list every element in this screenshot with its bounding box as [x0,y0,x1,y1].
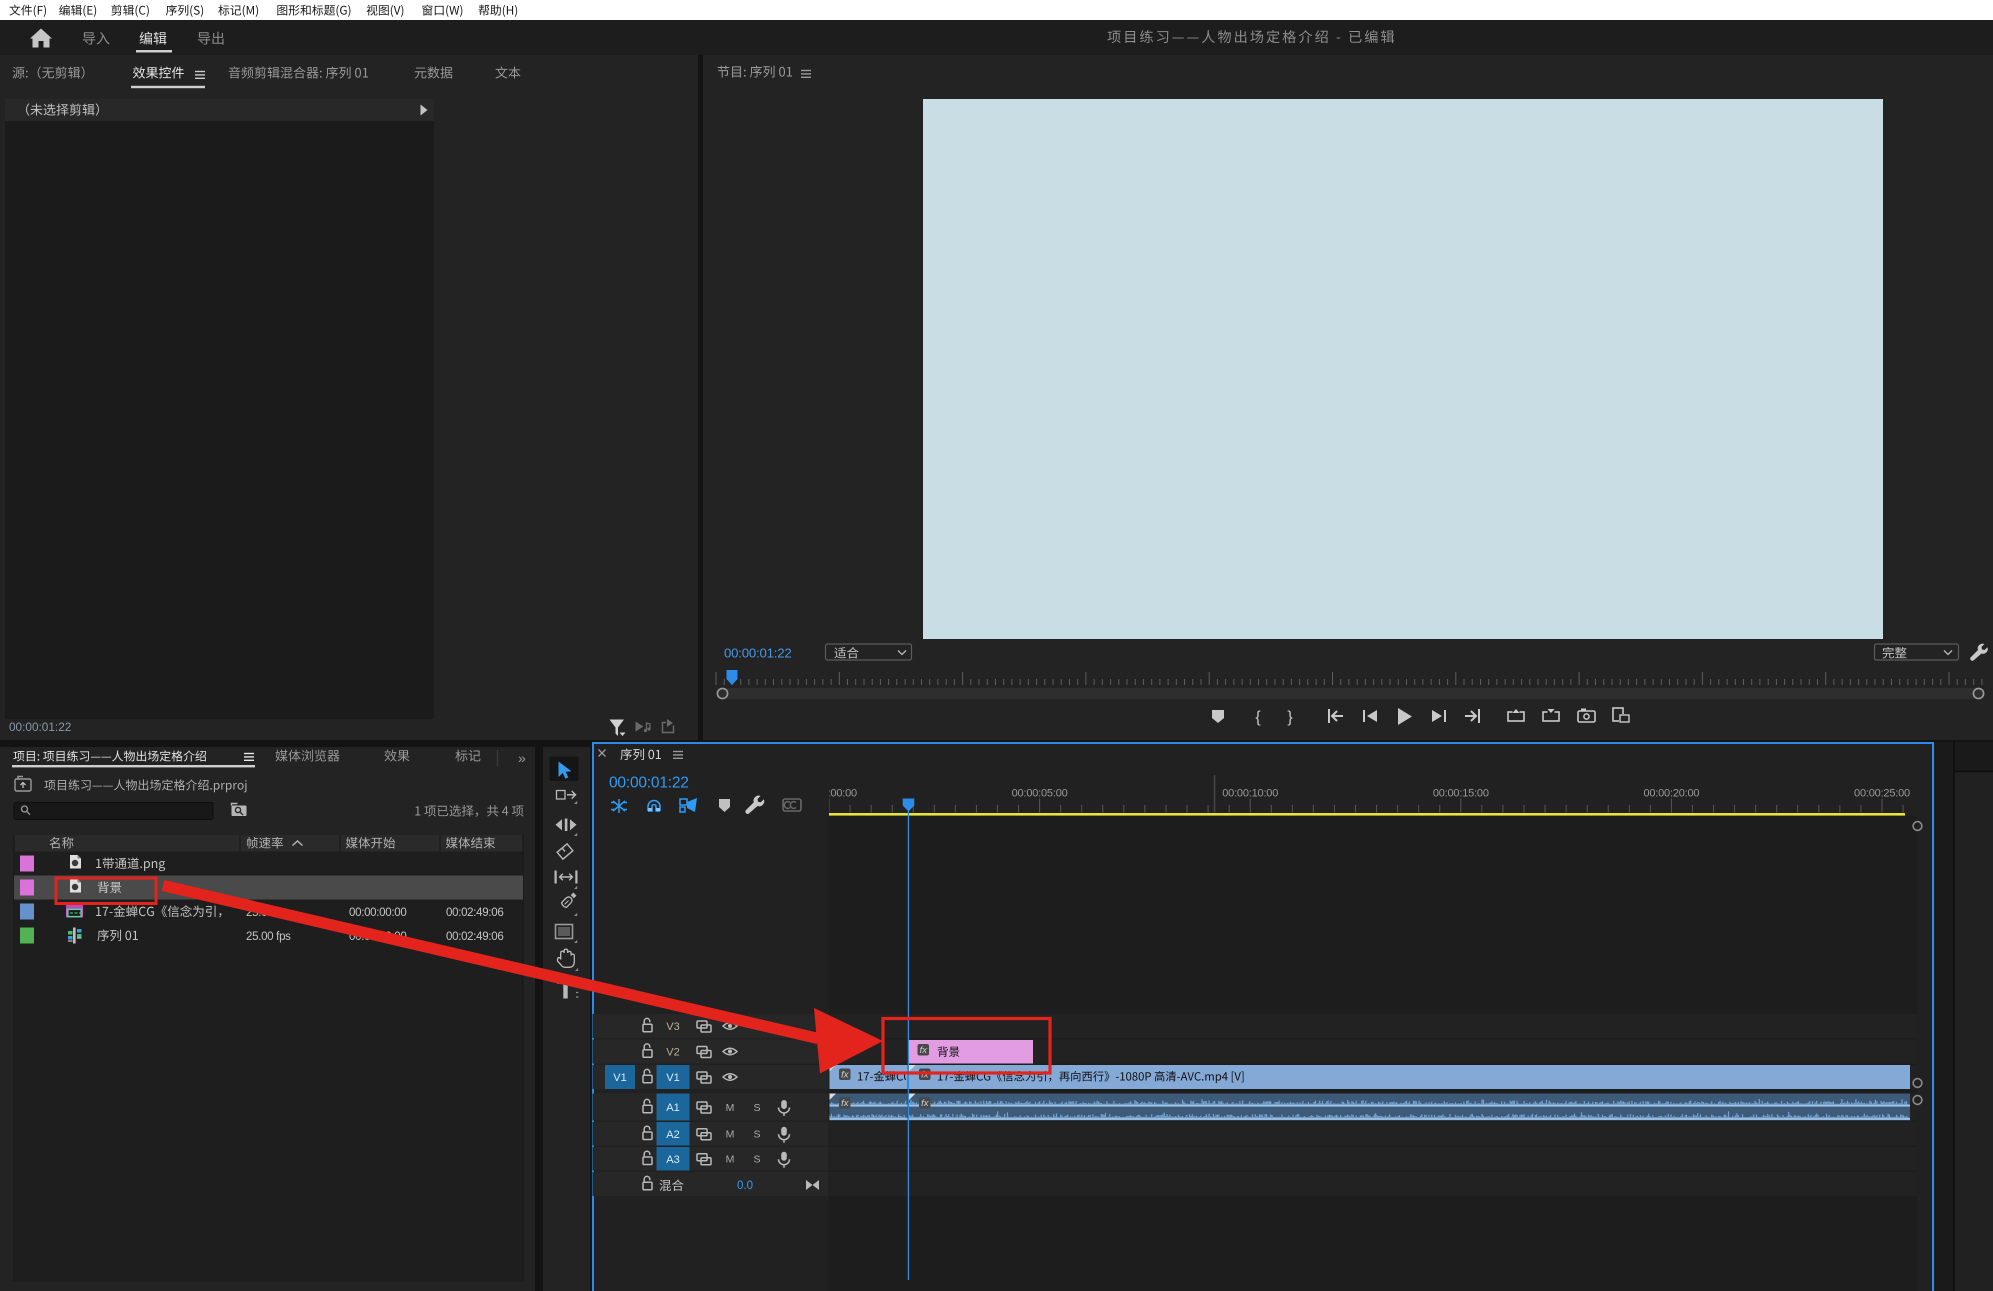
svg-text:»: » [518,750,526,766]
svg-text:S: S [753,1154,760,1166]
svg-text:{: { [1255,709,1261,726]
svg-text:fx: fx [920,1045,929,1056]
svg-text:00:00:01:22: 00:00:01:22 [609,775,689,792]
svg-text:fx: fx [921,1070,930,1081]
svg-text:00:00:01:22: 00:00:01:22 [724,646,791,661]
svg-text:00:00:00:00: 00:00:00:00 [349,907,406,919]
svg-text:V2: V2 [666,1047,679,1059]
svg-text:25.00 fps: 25.00 fps [246,931,291,943]
svg-text:A3: A3 [666,1154,679,1166]
svg-text:00:00:25:00: 00:00:25:00 [1854,788,1910,800]
svg-text:A1: A1 [666,1102,679,1114]
svg-text:V1: V1 [666,1072,679,1084]
svg-text:00:02:49:06: 00:02:49:06 [446,931,503,943]
svg-text:00:00:15:00: 00:00:15:00 [1433,788,1489,800]
svg-text:M: M [726,1154,735,1166]
svg-text:V1: V1 [613,1072,626,1084]
svg-text:fx: fx [841,1098,850,1109]
svg-text:00:00:00:00: 00:00:00:00 [801,788,857,800]
svg-text:0.0: 0.0 [737,1180,753,1192]
svg-text:A2: A2 [666,1129,679,1141]
svg-text:S: S [753,1129,760,1141]
svg-text:fx: fx [841,1070,850,1081]
svg-text:M: M [726,1129,735,1141]
svg-text:00:00:05:00: 00:00:05:00 [1012,788,1068,800]
svg-text:fx: fx [921,1098,930,1109]
svg-text:00:00:01:22: 00:00:01:22 [9,720,71,734]
svg-text:M: M [726,1102,735,1114]
svg-text:00:00:20:00: 00:00:20:00 [1643,788,1699,800]
svg-text:S: S [753,1102,760,1114]
svg-text:}: } [1287,709,1293,726]
svg-text:00:02:49:06: 00:02:49:06 [446,907,503,919]
svg-text:00:00:10:00: 00:00:10:00 [1222,788,1278,800]
svg-text:V3: V3 [666,1021,679,1033]
